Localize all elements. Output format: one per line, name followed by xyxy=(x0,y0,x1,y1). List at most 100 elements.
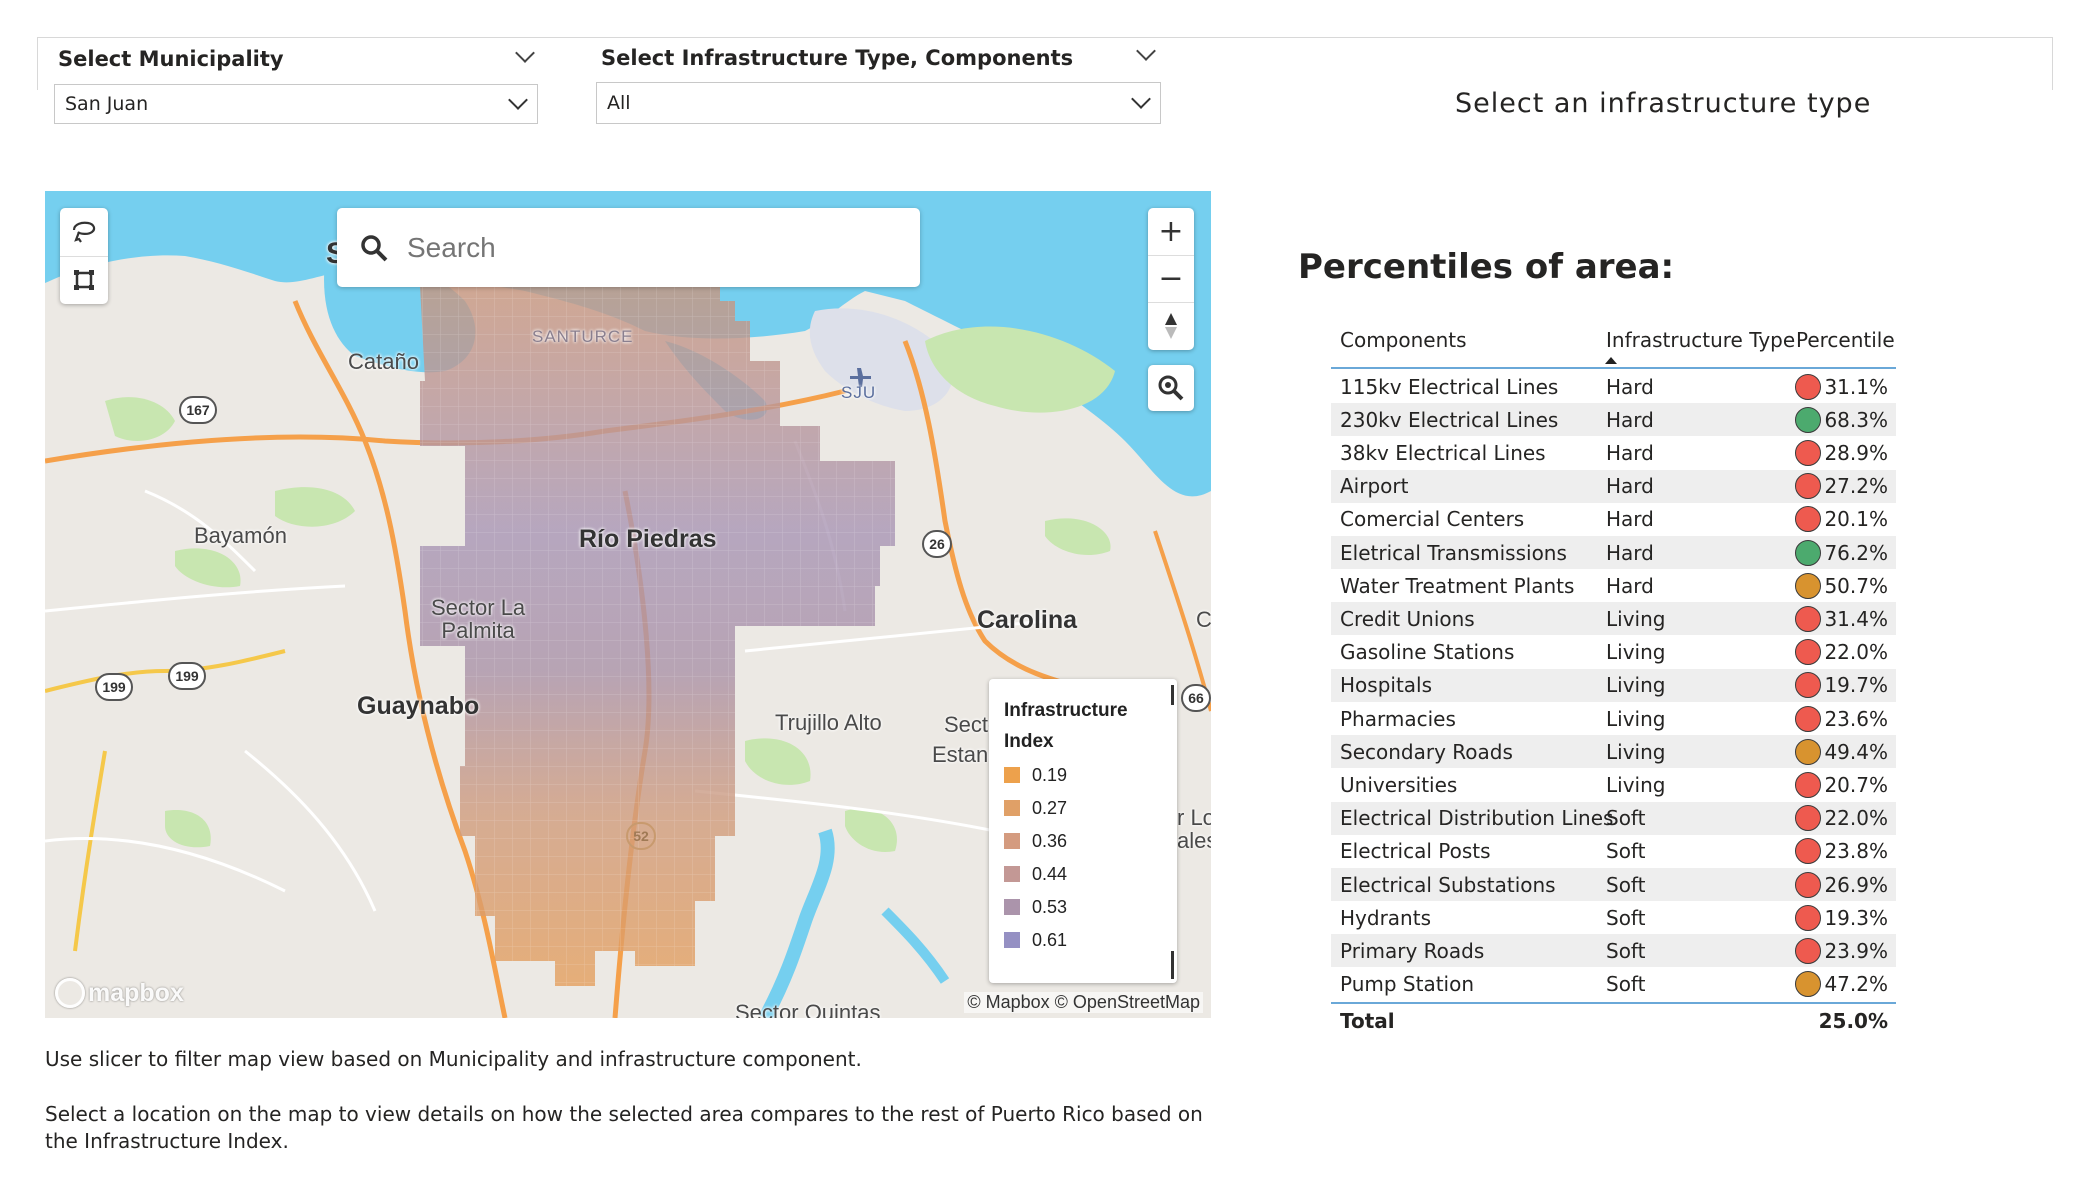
mapbox-logo[interactable]: mapbox xyxy=(55,978,184,1008)
cell-infrastructure-type: Hard xyxy=(1606,573,1654,598)
municipality-dropdown[interactable]: San Juan xyxy=(54,84,538,124)
municipality-slicer-title: Select Municipality xyxy=(58,47,284,71)
map-label-santurce: SANTURCE xyxy=(532,327,634,346)
column-header-percentile[interactable]: Percentile xyxy=(1796,328,1895,352)
legend-label: 0.36 xyxy=(1032,830,1068,851)
status-indicator-icon xyxy=(1795,738,1821,765)
infrastructure-dropdown[interactable]: All xyxy=(596,82,1161,124)
table-row[interactable]: Airport Hard 27.2% xyxy=(1331,469,1896,503)
zoom-in-button[interactable]: + xyxy=(1148,208,1194,255)
legend-swatch xyxy=(1004,932,1020,948)
column-header-infrastructure-type[interactable]: Infrastructure Type xyxy=(1606,328,1795,352)
map-view[interactable]: SANTURCE S Cataño SJU Bayamón Río Piedra… xyxy=(45,191,1211,1018)
cell-infrastructure-type: Soft xyxy=(1606,806,1646,831)
map-search-placeholder: Search xyxy=(407,231,496,263)
status-indicator-icon xyxy=(1795,572,1821,599)
mapbox-logo-icon xyxy=(55,978,85,1008)
table-row[interactable]: Electrical Substations Soft 26.9% xyxy=(1331,868,1896,901)
cell-percentile: 28.9% xyxy=(1824,440,1888,465)
chevron-down-icon xyxy=(508,90,528,110)
map-attribution[interactable]: © Mapbox © OpenStreetMap xyxy=(964,992,1203,1013)
map-selection-controls xyxy=(60,208,108,304)
rectangle-select-button[interactable] xyxy=(60,256,108,304)
table-row[interactable]: Primary Roads Soft 23.9% xyxy=(1331,934,1896,968)
table-row[interactable]: Pharmacies Living 23.6% xyxy=(1331,702,1896,735)
instruction-text-1: Use slicer to filter map view based on M… xyxy=(45,1047,862,1071)
cell-component: Airport xyxy=(1340,474,1409,499)
table-row[interactable]: Secondary Roads Living 49.4% xyxy=(1331,735,1896,769)
infrastructure-slicer-title: Select Infrastructure Type, Components xyxy=(601,46,1074,70)
legend-item: 0.27 xyxy=(1004,796,1067,820)
legend-swatch xyxy=(1004,866,1020,882)
map-search-input[interactable]: Search xyxy=(337,208,920,287)
cell-percentile: 20.1% xyxy=(1824,507,1888,532)
legend-item: 0.53 xyxy=(1004,895,1067,919)
cell-infrastructure-type: Hard xyxy=(1606,407,1654,432)
table-row[interactable]: 115kv Electrical Lines Hard 31.1% xyxy=(1331,370,1896,403)
compass-button[interactable] xyxy=(1148,302,1194,350)
table-row[interactable]: Gasoline Stations Living 22.0% xyxy=(1331,636,1896,669)
cell-infrastructure-type: Living xyxy=(1606,772,1666,797)
status-indicator-icon xyxy=(1795,406,1821,433)
status-indicator-icon xyxy=(1795,838,1821,865)
table-row[interactable]: Hospitals Living 19.7% xyxy=(1331,668,1896,702)
cell-component: Pump Station xyxy=(1340,972,1475,997)
table-row[interactable]: Water Treatment Plants Hard 50.7% xyxy=(1331,569,1896,602)
status-indicator-icon xyxy=(1795,506,1821,533)
cell-infrastructure-type: Living xyxy=(1606,640,1666,665)
cell-component: Credit Unions xyxy=(1340,606,1475,631)
status-indicator-icon xyxy=(1795,871,1821,898)
table-row[interactable]: 230kv Electrical Lines Hard 68.3% xyxy=(1331,403,1896,437)
legend-item: 0.44 xyxy=(1004,862,1067,886)
table-row[interactable]: Pump Station Soft 47.2% xyxy=(1331,968,1896,1001)
lasso-select-button[interactable] xyxy=(60,208,108,256)
status-indicator-icon xyxy=(1795,705,1821,732)
table-row[interactable]: Eletrical Transmissions Hard 76.2% xyxy=(1331,536,1896,569)
cell-percentile: 19.3% xyxy=(1824,905,1888,930)
map-legend[interactable]: Infrastructure Index 0.19 0.27 0.36 0.44 0.5… xyxy=(989,679,1177,983)
cell-percentile: 47.2% xyxy=(1824,972,1888,997)
rectangle-select-icon xyxy=(74,270,94,290)
table-row[interactable]: Universities Living 20.7% xyxy=(1331,768,1896,801)
cell-component: Electrical Posts xyxy=(1340,839,1491,864)
table-row[interactable]: Comercial Centers Hard 20.1% xyxy=(1331,503,1896,536)
zoom-search-icon xyxy=(1158,375,1184,401)
infrastructure-dropdown-value: All xyxy=(607,92,631,114)
status-indicator-icon xyxy=(1795,473,1821,500)
legend-scrollbar-bottom[interactable] xyxy=(1171,951,1174,979)
search-icon xyxy=(361,235,388,262)
report-frame-left xyxy=(37,37,38,90)
cell-component: Gasoline Stations xyxy=(1340,640,1515,665)
zoom-to-selection-button[interactable] xyxy=(1148,365,1194,411)
table-row[interactable]: 38kv Electrical Lines Hard 28.9% xyxy=(1331,436,1896,469)
column-header-components[interactable]: Components xyxy=(1340,328,1467,352)
legend-label: 0.61 xyxy=(1032,929,1068,950)
cell-component: Hospitals xyxy=(1340,673,1433,698)
cell-percentile: 23.8% xyxy=(1824,839,1888,864)
cell-percentile: 76.2% xyxy=(1824,540,1888,565)
cell-infrastructure-type: Living xyxy=(1606,739,1666,764)
zoom-out-button[interactable]: − xyxy=(1148,255,1194,302)
cell-percentile: 31.1% xyxy=(1824,374,1888,399)
table-row[interactable]: Hydrants Soft 19.3% xyxy=(1331,901,1896,934)
status-indicator-icon xyxy=(1795,439,1821,466)
map-label-sector-quintas: Sector Quintas xyxy=(735,1000,881,1018)
legend-label: 0.53 xyxy=(1032,896,1068,917)
legend-label: 0.19 xyxy=(1032,764,1068,785)
cell-infrastructure-type: Soft xyxy=(1606,972,1646,997)
legend-swatch xyxy=(1004,899,1020,915)
legend-scrollbar[interactable] xyxy=(1171,685,1174,705)
route-shield-66: 66 xyxy=(1181,684,1211,712)
chevron-down-icon[interactable] xyxy=(1136,41,1156,61)
cell-percentile: 49.4% xyxy=(1824,739,1888,764)
map-label-trujillo-alto: Trujillo Alto xyxy=(775,710,882,735)
cell-infrastructure-type: Hard xyxy=(1606,474,1654,499)
table-row[interactable]: Credit Unions Living 31.4% xyxy=(1331,602,1896,636)
table-row[interactable]: Electrical Distribution Lines Soft 22.0% xyxy=(1331,801,1896,835)
table-row[interactable]: Electrical Posts Soft 23.8% xyxy=(1331,835,1896,868)
cell-infrastructure-type: Living xyxy=(1606,706,1666,731)
cell-component: Electrical Distribution Lines xyxy=(1340,806,1614,831)
cell-percentile: 20.7% xyxy=(1824,772,1888,797)
map-label-sector-la-palmita: Sector La Palmita xyxy=(431,595,526,643)
chevron-down-icon[interactable] xyxy=(515,43,535,63)
